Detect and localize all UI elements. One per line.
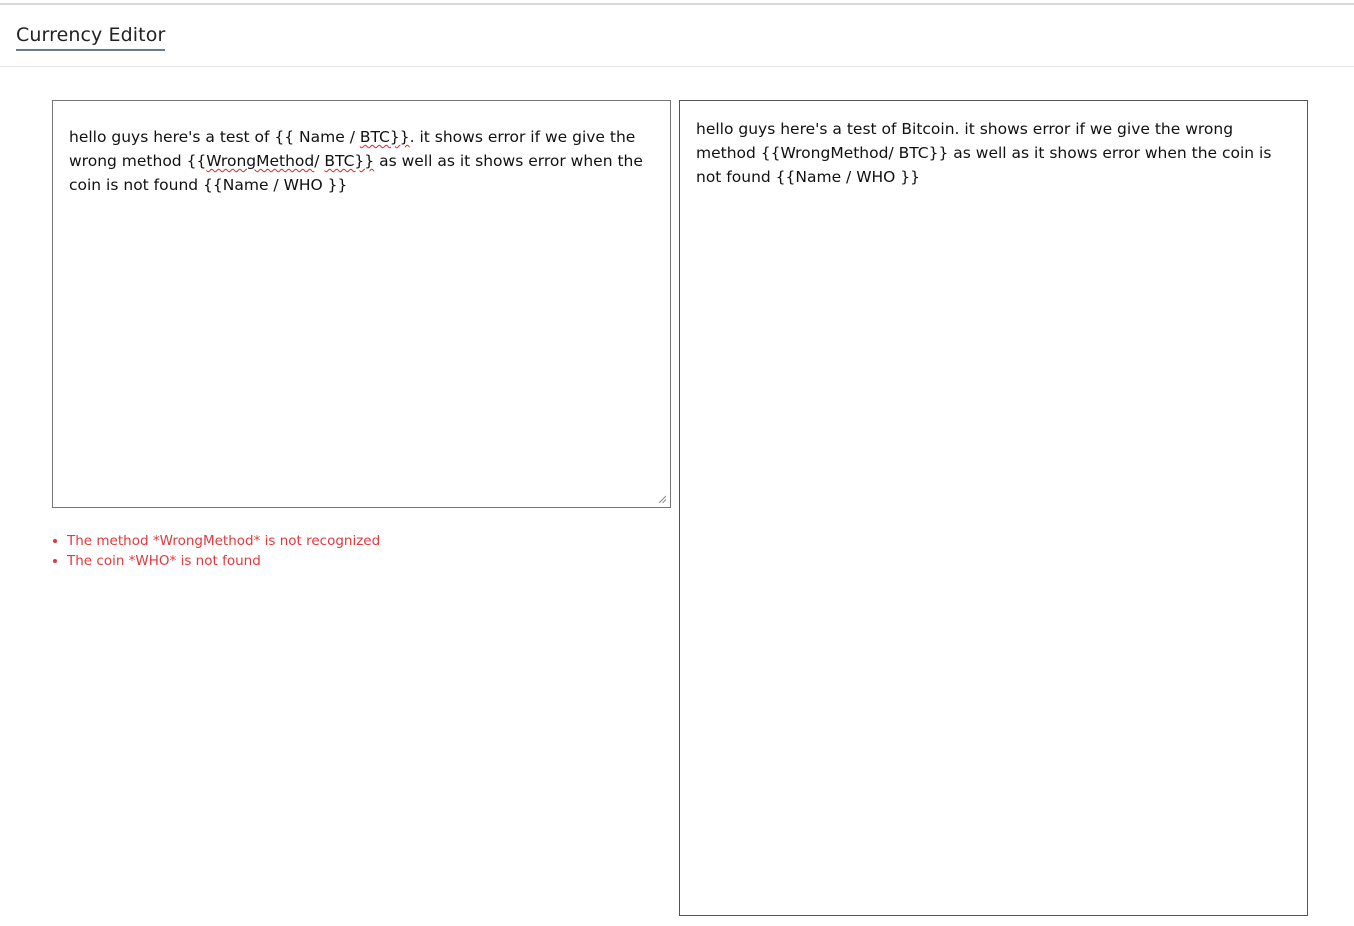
preview-panel: hello guys here's a test of Bitcoin. it …	[679, 100, 1308, 916]
editor-text-segment: hello guys here's a test of {{ Name /	[69, 128, 360, 146]
page-header: Currency Editor	[0, 5, 1354, 67]
error-list: The method *WrongMethod* is not recogniz…	[52, 531, 380, 571]
misspelled-word: BTC}}	[324, 152, 375, 170]
resize-handle-icon[interactable]	[658, 495, 666, 503]
misspelled-word: BTC}}	[359, 128, 410, 146]
tab-currency-editor[interactable]: Currency Editor	[16, 22, 166, 51]
template-editor-textarea[interactable]: hello guys here's a test of {{ Name / BT…	[52, 100, 671, 508]
error-item: The coin *WHO* is not found	[52, 551, 380, 571]
editor-text-segment: /	[314, 152, 325, 170]
error-item: The method *WrongMethod* is not recogniz…	[52, 533, 381, 549]
preview-text: hello guys here's a test of Bitcoin. it …	[696, 120, 1272, 186]
misspelled-word: WrongMethod	[206, 152, 315, 170]
